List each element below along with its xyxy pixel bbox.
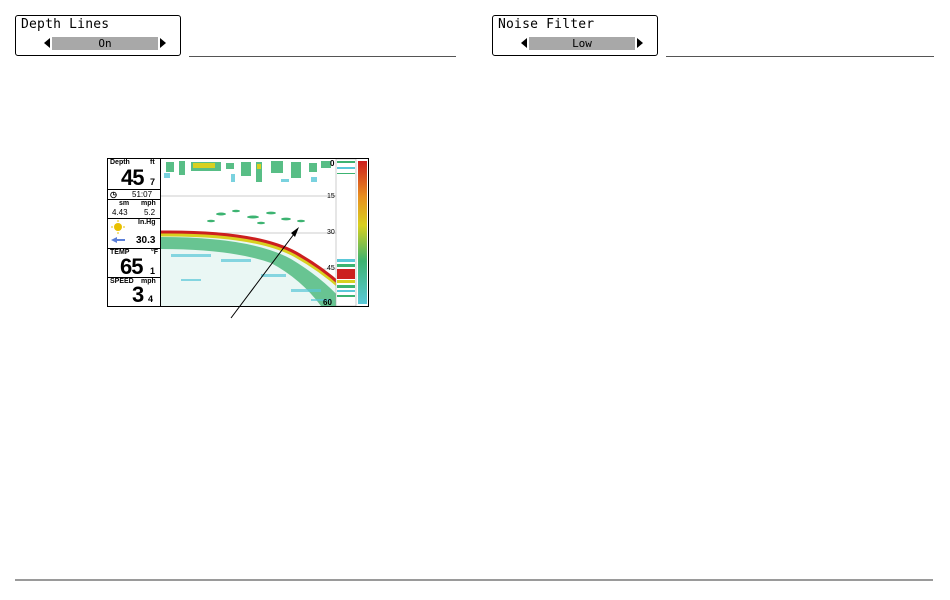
speed-label: SPEED	[110, 278, 134, 285]
noise-filter-menu[interactable]: Noise Filter Low	[492, 15, 658, 56]
noise-filter-value[interactable]: Low	[529, 37, 635, 50]
noise-filter-rule	[666, 56, 934, 57]
speed-value: 3	[132, 282, 144, 307]
weather-icon	[111, 220, 125, 243]
arrow-left-icon[interactable]	[44, 38, 50, 48]
footer-rule	[15, 579, 933, 581]
arrow-left-icon[interactable]	[521, 38, 527, 48]
speed-value-1: 5.2	[144, 208, 156, 217]
timer-icon: ◷	[110, 190, 117, 199]
depth-unit: ft	[150, 159, 155, 166]
pressure-unit: In.Hg	[138, 219, 156, 226]
depth-lines-menu[interactable]: Depth Lines On	[15, 15, 181, 56]
arrow-right-icon[interactable]	[160, 38, 166, 48]
flasher-bar	[335, 159, 367, 306]
depth-lines-rule	[189, 56, 456, 57]
distance-unit: sm	[119, 200, 130, 207]
noise-filter-title: Noise Filter	[498, 17, 595, 32]
speed-unit-1: mph	[141, 200, 156, 207]
temp-unit: °F	[151, 249, 159, 256]
arrow-right-icon[interactable]	[637, 38, 643, 48]
speed-decimal: 4	[148, 294, 154, 304]
callout-arrow	[230, 227, 299, 319]
depth-lines-title: Depth Lines	[21, 17, 110, 32]
pressure-value: 30.3	[136, 235, 156, 246]
depth-tick-60: 60	[323, 298, 332, 307]
depth-lines-value[interactable]: On	[52, 37, 158, 50]
distance-value: 4.43	[112, 208, 128, 217]
timer-value: 51:07	[132, 190, 153, 199]
temp-decimal: 1	[150, 266, 156, 276]
depth-value: 45	[121, 165, 145, 190]
readout-panel: Depth ft 45 7 ◷ 51:07 sm mph 4.43 5.2 In…	[108, 159, 161, 306]
temp-value: 65	[120, 254, 144, 279]
depth-decimal: 7	[150, 177, 156, 187]
